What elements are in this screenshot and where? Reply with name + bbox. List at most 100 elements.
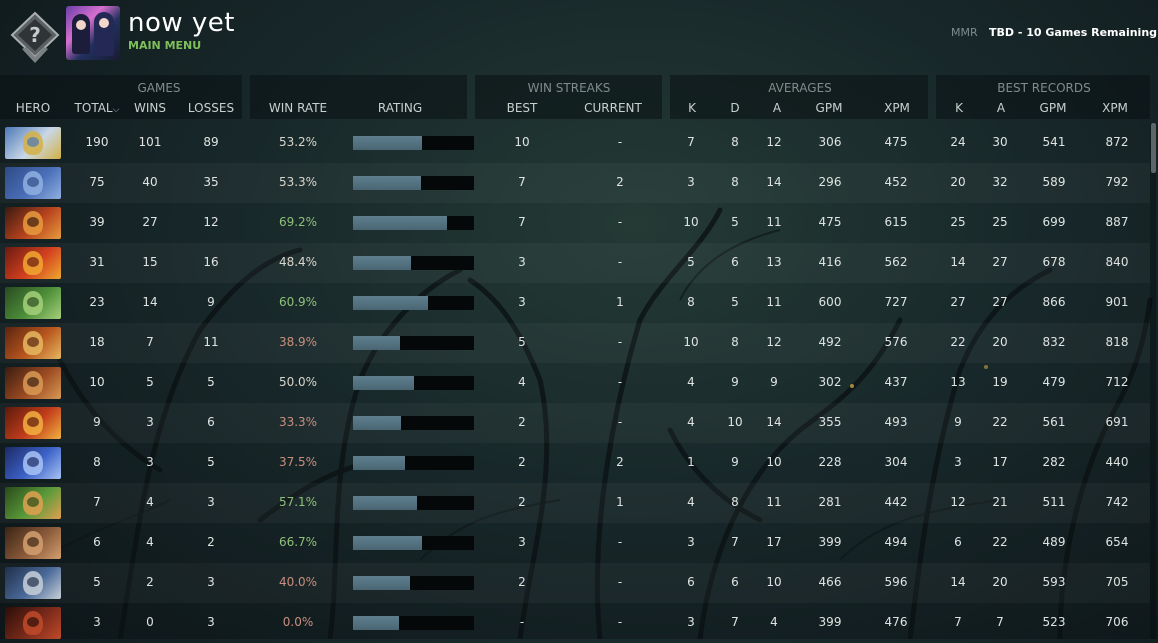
cell-avg-k: 1 (687, 455, 695, 469)
tiny-portrait[interactable] (5, 287, 61, 319)
cell-best-gpm: 589 (1042, 175, 1066, 189)
col-best-streak[interactable]: BEST (500, 101, 544, 115)
col-win-rate[interactable]: WIN RATE (262, 101, 334, 115)
sven-portrait[interactable] (5, 567, 61, 599)
table-row[interactable]: 39 27 12 69.2% 7 - 10 5 11 475 615 25 25 699 887 (0, 203, 1150, 243)
windranger-portrait[interactable] (5, 487, 61, 519)
cell-best-xpm: 887 (1105, 215, 1129, 229)
rating-bar (353, 216, 474, 230)
cell-current-streak: - (617, 215, 623, 229)
storm-spirit-portrait[interactable] (5, 447, 61, 479)
cell-avg-a: 14 (766, 175, 782, 189)
cell-wins: 4 (146, 495, 154, 509)
cell-avg-gpm: 306 (818, 135, 842, 149)
cell-best-gpm: 593 (1042, 575, 1066, 589)
col-best-xpm[interactable]: XPM (1096, 101, 1134, 115)
cell-total: 10 (89, 375, 105, 389)
table-row[interactable]: 3 0 3 0.0% - - 3 7 4 399 476 7 7 523 706 (0, 603, 1150, 643)
cell-best-a: 30 (992, 135, 1008, 149)
cell-win-rate: 40.0% (278, 575, 318, 589)
table-row[interactable]: 6 4 2 66.7% 3 - 3 7 17 399 494 6 22 489 654 (0, 523, 1150, 563)
table-row[interactable]: 31 15 16 48.4% 3 - 5 6 13 416 562 14 27 678 840 (0, 243, 1150, 283)
earthshaker-portrait[interactable] (5, 367, 61, 399)
col-avg-k[interactable]: K (683, 101, 701, 115)
ogre-magi-portrait[interactable] (5, 167, 61, 199)
table-row[interactable]: 10 5 5 50.0% 4 - 4 9 9 302 437 13 19 479 712 (0, 363, 1150, 403)
cell-avg-d: 10 (727, 415, 743, 429)
col-avg-gpm[interactable]: GPM (810, 101, 848, 115)
col-avg-xpm[interactable]: XPM (878, 101, 916, 115)
table-row[interactable]: 75 40 35 53.3% 7 2 3 8 14 296 452 20 32 589 792 (0, 163, 1150, 203)
col-best-k[interactable]: K (950, 101, 968, 115)
cell-avg-gpm: 399 (818, 615, 842, 629)
cell-current-streak: 1 (616, 495, 624, 509)
table-row[interactable]: 9 3 6 33.3% 2 - 4 10 14 355 493 9 22 561 691 (0, 403, 1150, 443)
cell-win-rate: 37.5% (278, 455, 318, 469)
cell-avg-k: 3 (687, 615, 695, 629)
batrider-portrait[interactable] (5, 407, 61, 439)
cell-win-rate: 0.0% (282, 615, 314, 629)
cell-best-a: 20 (992, 575, 1008, 589)
cell-losses: 16 (203, 255, 219, 269)
cell-avg-k: 8 (687, 295, 695, 309)
cell-avg-a: 9 (770, 375, 778, 389)
cell-avg-gpm: 466 (818, 575, 842, 589)
cell-best-streak: 2 (518, 455, 526, 469)
scrollbar[interactable] (1150, 123, 1156, 639)
col-rating[interactable]: RATING (370, 101, 430, 115)
huskar-portrait[interactable] (5, 327, 61, 359)
cell-avg-d: 8 (731, 175, 739, 189)
table-row[interactable]: 8 3 5 37.5% 2 2 1 9 10 228 304 3 17 282 440 (0, 443, 1150, 483)
cell-best-a: 27 (992, 295, 1008, 309)
col-wins[interactable]: WINS (130, 101, 170, 115)
cell-total: 18 (89, 335, 105, 349)
col-losses[interactable]: LOSSES (186, 101, 236, 115)
cell-losses: 5 (207, 375, 215, 389)
col-hero[interactable]: HERO (8, 101, 58, 115)
cell-best-gpm: 282 (1042, 455, 1066, 469)
rating-bar (353, 136, 474, 150)
cell-avg-k: 5 (687, 255, 695, 269)
cell-current-streak: - (617, 255, 623, 269)
lion-portrait[interactable] (5, 607, 61, 639)
cell-avg-a: 11 (766, 295, 782, 309)
keeper-of-the-light-portrait[interactable] (5, 127, 61, 159)
shadow-fiend-portrait[interactable] (5, 207, 61, 239)
table-row[interactable]: 23 14 9 60.9% 3 1 8 5 11 600 727 27 27 866 901 (0, 283, 1150, 323)
rating-bar-fill (353, 616, 399, 630)
table-row[interactable]: 7 4 3 57.1% 2 1 4 8 11 281 442 12 21 511 742 (0, 483, 1150, 523)
col-best-a[interactable]: A (992, 101, 1010, 115)
col-avg-d[interactable]: D (726, 101, 744, 115)
cell-avg-d: 6 (731, 255, 739, 269)
cell-best-xpm: 901 (1105, 295, 1129, 309)
group-games: GAMES (137, 81, 181, 95)
cell-current-streak: 1 (616, 295, 624, 309)
cell-best-gpm: 541 (1042, 135, 1066, 149)
col-current-streak[interactable]: CURRENT (580, 101, 646, 115)
cell-wins: 27 (142, 215, 158, 229)
cell-avg-gpm: 600 (818, 295, 842, 309)
main-menu-link[interactable]: MAIN MENU (128, 39, 201, 52)
rating-bar-fill (353, 496, 417, 510)
cell-win-rate: 69.2% (278, 215, 318, 229)
username: now yet (128, 8, 235, 38)
table-row[interactable]: 190 101 89 53.2% 10 - 7 8 12 306 475 24 30 541 872 (0, 123, 1150, 163)
cell-avg-k: 4 (687, 375, 695, 389)
table-row[interactable]: 5 2 3 40.0% 2 - 6 6 10 466 596 14 20 593 705 (0, 563, 1150, 603)
cell-win-rate: 53.3% (278, 175, 318, 189)
bristleback-portrait[interactable] (5, 527, 61, 559)
cell-avg-a: 12 (766, 335, 782, 349)
col-total[interactable]: TOTAL⌵ (74, 101, 120, 115)
cell-current-streak: - (617, 135, 623, 149)
cell-win-rate: 60.9% (278, 295, 318, 309)
col-avg-a[interactable]: A (768, 101, 786, 115)
table-row[interactable]: 18 7 11 38.9% 5 - 10 8 12 492 576 22 20 832 818 (0, 323, 1150, 363)
col-best-gpm[interactable]: GPM (1034, 101, 1072, 115)
cell-avg-d: 5 (731, 295, 739, 309)
cell-best-gpm: 511 (1042, 495, 1066, 509)
scrollbar-thumb[interactable] (1151, 123, 1156, 173)
cell-avg-xpm: 727 (884, 295, 908, 309)
lina-portrait[interactable] (5, 247, 61, 279)
avatar[interactable] (66, 6, 120, 60)
cell-best-k: 6 (954, 535, 962, 549)
